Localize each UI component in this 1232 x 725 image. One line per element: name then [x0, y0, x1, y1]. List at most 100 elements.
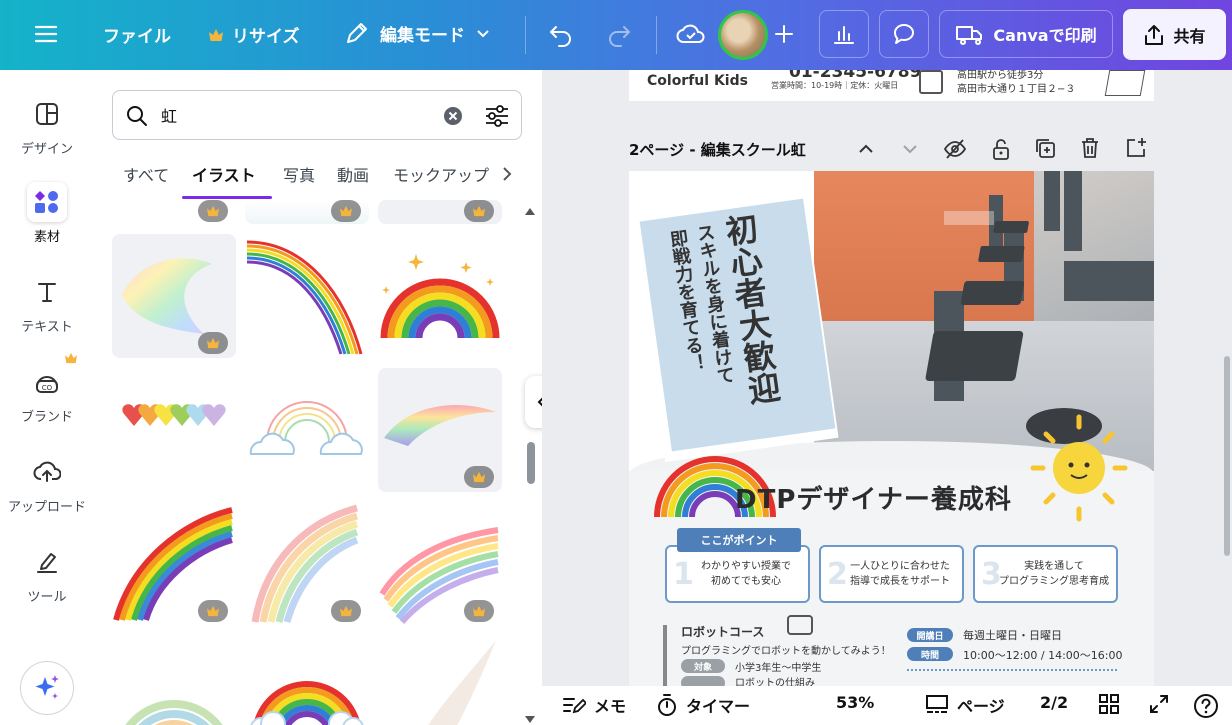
- tab-photos[interactable]: 写真: [283, 162, 315, 186]
- pages-icon: [925, 694, 949, 716]
- result-tile[interactable]: [112, 234, 236, 358]
- notes-label: メモ: [594, 697, 627, 716]
- grid-view-icon[interactable]: [1098, 693, 1120, 715]
- timer-label: タイマー: [686, 697, 751, 716]
- resize-button[interactable]: リサイズ: [208, 22, 300, 47]
- result-tile[interactable]: [245, 368, 369, 492]
- result-tile[interactable]: [112, 200, 236, 224]
- course-accent-bar: [663, 625, 667, 686]
- search-input[interactable]: [161, 101, 421, 129]
- zoom-level[interactable]: 53%: [836, 693, 874, 712]
- stopwatch-icon: [656, 693, 678, 717]
- page-title[interactable]: 2ページ - 編集スクール虹: [629, 139, 806, 160]
- add-collaborator-button[interactable]: [760, 10, 808, 58]
- rail-item-uploads[interactable]: アップロード: [0, 452, 94, 515]
- category-tabs: すべて イラスト 写真 動画 モックアップ: [112, 158, 524, 200]
- hide-page-eye-icon[interactable]: [943, 138, 967, 160]
- result-tile[interactable]: [245, 234, 369, 358]
- text-t-icon: [27, 272, 67, 312]
- page-header: 2ページ - 編集スクール虹: [629, 134, 1154, 164]
- timer-button[interactable]: タイマー: [656, 693, 750, 717]
- magic-assistant-button[interactable]: [20, 661, 74, 715]
- tab-all[interactable]: すべて: [123, 162, 169, 186]
- result-tile[interactable]: [378, 234, 502, 358]
- pro-crown-badge: [464, 600, 494, 622]
- pro-crown-badge: [464, 466, 494, 488]
- scroll-down-arrow-icon[interactable]: [524, 715, 536, 725]
- help-icon[interactable]: [1193, 693, 1219, 719]
- comment-button[interactable]: [879, 10, 929, 58]
- toolbar-divider: [525, 16, 526, 54]
- result-tile[interactable]: [245, 200, 369, 224]
- unlock-icon[interactable]: [991, 137, 1011, 161]
- rail-item-label: 素材: [33, 230, 60, 245]
- target-pill: 対象: [681, 659, 725, 673]
- tab-videos[interactable]: 動画: [337, 162, 369, 186]
- menu-icon[interactable]: [34, 22, 58, 46]
- page-count: 2/2: [1040, 693, 1069, 712]
- rail-item-tools[interactable]: ツール: [0, 542, 94, 605]
- rail-item-brand[interactable]: CO ブランド: [0, 362, 94, 425]
- chevron-up-icon[interactable]: [857, 140, 875, 158]
- design-layout-icon: [27, 94, 67, 134]
- pencil-icon: [344, 20, 370, 46]
- chevron-right-icon[interactable]: [500, 165, 514, 183]
- notes-button[interactable]: メモ: [562, 693, 626, 717]
- panel-scrollbar[interactable]: [524, 206, 536, 725]
- add-page-icon[interactable]: [1125, 136, 1147, 158]
- result-tile[interactable]: [245, 502, 369, 626]
- search-box: [112, 90, 522, 140]
- redo-icon[interactable]: [606, 21, 632, 47]
- design-canvas: Colorful Kids 01-2345-6789 営業時間：10-19時｜定…: [542, 70, 1232, 686]
- cloud-saved-icon[interactable]: [676, 21, 706, 47]
- filter-sliders-icon[interactable]: [484, 104, 510, 128]
- truck-icon: [955, 23, 983, 45]
- result-tile[interactable]: [112, 368, 236, 492]
- fullscreen-icon[interactable]: [1148, 693, 1170, 715]
- pages-label: ページ: [957, 697, 1005, 716]
- time-value: 10:00〜12:00 / 14:00〜16:00: [963, 649, 1123, 662]
- scroll-up-arrow-icon[interactable]: [524, 206, 536, 216]
- pro-crown-badge: [198, 600, 228, 622]
- top-toolbar: ファイル リサイズ 編集モード Canvaで印刷 共有: [0, 0, 1232, 70]
- rail-item-elements[interactable]: 素材: [0, 182, 94, 245]
- delete-page-icon[interactable]: [1080, 137, 1100, 159]
- study-value: ロボットの仕組み: [735, 678, 815, 686]
- result-tile[interactable]: [378, 368, 502, 492]
- active-tab-indicator: [182, 196, 272, 199]
- print-with-canva-button[interactable]: Canvaで印刷: [939, 10, 1113, 58]
- result-tile[interactable]: [112, 502, 236, 626]
- undo-icon[interactable]: [548, 21, 574, 47]
- robot-course-title: ロボットコース: [681, 625, 765, 639]
- result-tile[interactable]: [378, 502, 502, 626]
- canvas-scrollbar[interactable]: [1224, 356, 1230, 556]
- rail-item-design[interactable]: デザイン: [0, 94, 94, 157]
- rail-item-label: ツール: [27, 590, 67, 605]
- robot-course-desc: プログラミングでロボットを動かしてみよう！: [681, 646, 891, 657]
- edit-mode-dropdown[interactable]: 編集モード: [344, 20, 491, 46]
- rail-item-text[interactable]: テキスト: [0, 272, 94, 335]
- page-1-preview[interactable]: Colorful Kids 01-2345-6789 営業時間：10-19時｜定…: [629, 70, 1154, 101]
- insights-button[interactable]: [819, 10, 869, 58]
- result-tile[interactable]: [245, 636, 369, 725]
- tab-illustrations[interactable]: イラスト: [192, 162, 256, 186]
- result-tile[interactable]: [112, 636, 236, 725]
- clear-search-icon[interactable]: [443, 106, 463, 126]
- resize-label: リサイズ: [232, 27, 300, 47]
- result-tile[interactable]: [378, 636, 502, 725]
- day-value: 毎週土曜日・日曜日: [963, 629, 1062, 642]
- brand-icon: CO: [27, 362, 67, 402]
- duplicate-page-icon[interactable]: [1034, 137, 1056, 159]
- file-menu-button[interactable]: ファイル: [103, 22, 171, 47]
- share-upload-icon: [1143, 24, 1165, 46]
- pastel-arch-rainbow-illustration: [125, 700, 223, 725]
- print-label: Canvaで印刷: [993, 26, 1097, 45]
- scroll-thumb[interactable]: [527, 442, 535, 484]
- result-tile[interactable]: [378, 200, 502, 224]
- tab-mockups[interactable]: モックアップ: [393, 162, 497, 186]
- share-button[interactable]: 共有: [1123, 9, 1226, 60]
- page-2-flyer[interactable]: 初心者大歓迎 スキルを身に着けて 即戦力を育てる！ DTPデザイナー養成科 1: [629, 171, 1154, 686]
- pages-button[interactable]: ページ: [925, 693, 1005, 717]
- chevron-down-icon[interactable]: [901, 140, 919, 158]
- search-icon: [125, 104, 149, 128]
